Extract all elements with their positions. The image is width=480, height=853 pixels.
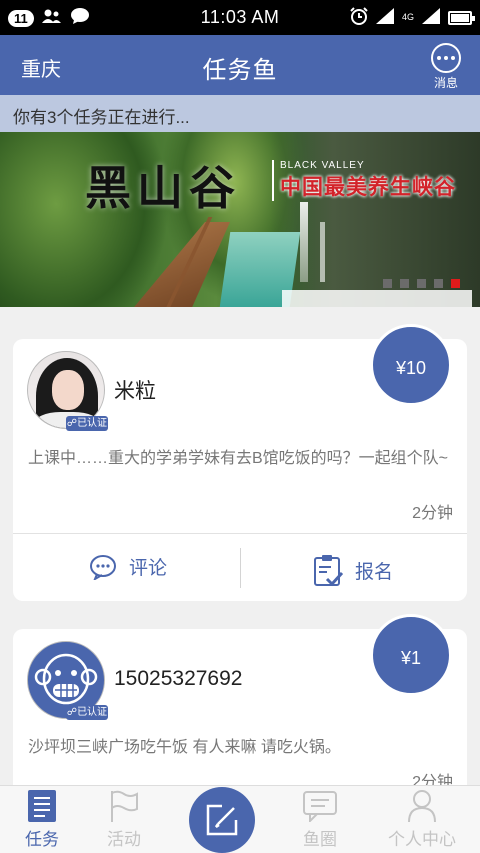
messages-button[interactable]: 消息 xyxy=(430,43,462,91)
status-bar: 11 11:03 AM 4G xyxy=(0,0,480,35)
reward-price-badge: ¥1 xyxy=(370,614,452,696)
network-type: 4G xyxy=(401,12,414,22)
task-content: 上课中……重大的学弟学妹有去B馆吃饭的吗？一起组个队~ xyxy=(28,450,449,467)
signup-button[interactable]: 报名 xyxy=(313,553,393,587)
alarm-icon xyxy=(350,7,368,28)
carousel-indicator xyxy=(383,279,460,288)
shield-check-icon: ☍ xyxy=(66,707,78,718)
signup-label: 报名 xyxy=(355,561,394,583)
signal-icon xyxy=(375,8,394,27)
carousel-dot[interactable] xyxy=(434,279,443,288)
banner-calligraphy: 黑山谷 xyxy=(85,161,241,215)
task-content: 沙坪坝三峡广场吃午饭 有人来嘛 请吃火锅。 xyxy=(28,739,341,756)
app-header: 重庆 任务鱼 消息 xyxy=(0,35,480,95)
poster-name[interactable]: 15025327692 xyxy=(114,667,242,691)
banner-title-box: BLACK VALLEY 中国最美养生峡谷 xyxy=(272,160,456,201)
tab-fish-circle[interactable]: 鱼圈 xyxy=(280,789,360,850)
tab-profile-label: 个人中心 xyxy=(388,830,456,849)
tab-activity[interactable]: 活动 xyxy=(84,789,164,850)
battery-icon xyxy=(448,10,475,25)
shield-check-icon: ☍ xyxy=(66,418,78,429)
carousel-dot[interactable] xyxy=(383,279,392,288)
banner-sponsor-logos xyxy=(282,290,472,307)
post-time: 2分钟 xyxy=(412,505,453,522)
banner-slogan: 中国最美养生峡谷 xyxy=(280,174,456,199)
verified-badge: ☍已认证 xyxy=(66,416,108,431)
page-title: 任务鱼 xyxy=(202,57,278,84)
banner-english-title: BLACK VALLEY xyxy=(280,160,365,171)
comment-label: 评论 xyxy=(129,558,168,579)
message-bubble-icon xyxy=(431,43,461,73)
flag-icon xyxy=(111,790,138,822)
card-divider xyxy=(13,533,467,534)
edit-icon xyxy=(206,804,238,836)
task-list-icon xyxy=(28,790,56,822)
carousel-dot[interactable] xyxy=(400,279,409,288)
carousel-dot[interactable] xyxy=(417,279,426,288)
action-divider xyxy=(240,548,241,588)
comment-button[interactable]: 评论 xyxy=(89,553,167,580)
tab-task[interactable]: 任务 xyxy=(2,789,82,850)
verified-badge: ☍已认证 xyxy=(66,705,108,720)
signal-icon-2 xyxy=(422,8,440,27)
ongoing-tasks-notice[interactable]: 你有3个任务正在进行... xyxy=(0,95,480,132)
carousel-dot-active[interactable] xyxy=(451,279,460,288)
comment-icon xyxy=(90,554,116,580)
person-icon xyxy=(408,790,436,823)
messages-label: 消息 xyxy=(433,76,458,90)
promo-banner[interactable]: 黑山谷 BLACK VALLEY 中国最美养生峡谷 xyxy=(0,132,480,307)
publish-task-button[interactable] xyxy=(189,787,255,853)
tab-task-label: 任务 xyxy=(25,830,59,849)
clipboard-check-icon xyxy=(314,555,343,587)
reward-price-badge: ¥10 xyxy=(370,324,452,406)
poster-name[interactable]: 米粒 xyxy=(114,375,156,405)
monkey-avatar-icon xyxy=(34,653,98,705)
tab-activity-label: 活动 xyxy=(107,830,141,849)
tab-fish-circle-label: 鱼圈 xyxy=(303,830,337,849)
chat-board-icon xyxy=(303,791,337,822)
tab-profile[interactable]: 个人中心 xyxy=(381,789,463,850)
